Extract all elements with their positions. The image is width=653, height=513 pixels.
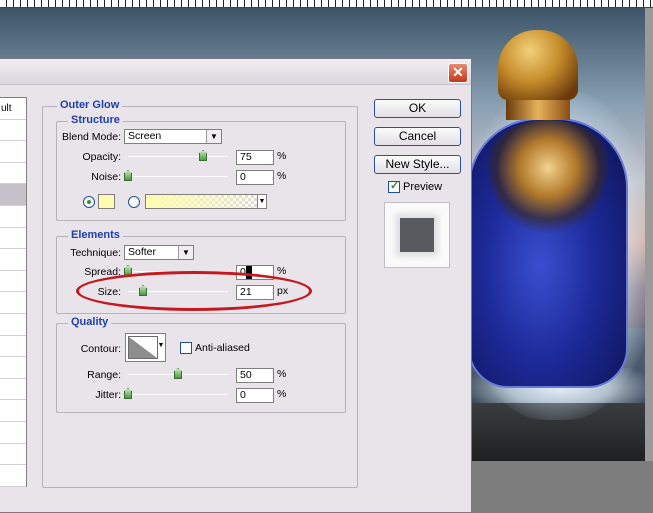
jitter-label: Jitter: [95, 389, 121, 401]
styles-list-item[interactable] [0, 292, 26, 314]
styles-list-item[interactable] [0, 336, 26, 358]
chevron-down-icon[interactable]: ▼ [257, 195, 266, 208]
technique-label: Technique: [70, 247, 121, 259]
spread-unit: % [277, 265, 287, 277]
perfume-bottle [456, 30, 645, 420]
styles-list-item[interactable] [0, 422, 26, 444]
styles-list-item[interactable] [0, 163, 26, 185]
gradient-radio[interactable] [128, 196, 140, 208]
opacity-slider[interactable] [128, 150, 228, 161]
styles-list-item[interactable] [0, 379, 26, 401]
styles-list-item[interactable] [0, 400, 26, 422]
styles-list-item[interactable] [0, 120, 26, 142]
jitter-unit: % [277, 388, 287, 400]
opacity-label: Opacity: [82, 151, 121, 163]
slider-track [128, 394, 228, 395]
range-slider[interactable] [128, 368, 228, 379]
noise-label: Noise: [91, 171, 121, 183]
structure-title: Structure [68, 114, 123, 126]
vertical-scrollbar[interactable] [645, 8, 653, 513]
opacity-slider-thumb[interactable] [199, 150, 207, 161]
dialog-titlebar[interactable]: ✕ [0, 59, 471, 85]
style-preview-thumbnail [384, 202, 450, 268]
range-slider-thumb[interactable] [174, 368, 182, 379]
styles-list-item[interactable] [0, 357, 26, 379]
anti-aliased-checkbox[interactable] [180, 342, 192, 354]
anti-aliased-label: Anti-aliased [195, 342, 250, 354]
workspace-background [470, 461, 653, 513]
styles-list-item[interactable] [0, 465, 26, 487]
blend-mode-select[interactable]: Screen ▼ [124, 129, 222, 144]
slider-track [128, 156, 228, 157]
glow-gradient-picker[interactable]: ▼ [145, 194, 267, 209]
chevron-down-icon[interactable]: ▼ [157, 334, 165, 361]
contour-label: Contour: [80, 343, 121, 355]
elements-title: Elements [68, 229, 123, 241]
opacity-unit: % [277, 150, 287, 162]
styles-list-item[interactable] [0, 444, 26, 466]
preview-swatch [400, 218, 434, 252]
styles-list-item[interactable] [0, 314, 26, 336]
styles-list-item[interactable] [0, 141, 26, 163]
styles-list-item[interactable] [0, 184, 26, 206]
styles-list-item[interactable] [0, 228, 26, 250]
blend-mode-label: Blend Mode: [62, 131, 121, 143]
chevron-down-icon[interactable]: ▼ [178, 246, 193, 259]
horizontal-ruler[interactable] [0, 0, 653, 8]
jitter-field[interactable]: 0 [236, 388, 274, 403]
styles-list[interactable]: ult [0, 97, 27, 487]
glow-color-swatch[interactable] [98, 194, 115, 209]
new-style-button[interactable]: New Style... [374, 155, 461, 174]
jitter-slider[interactable] [124, 388, 228, 399]
styles-list-item[interactable]: ult [0, 98, 26, 120]
preview-checkbox[interactable] [388, 179, 400, 193]
technique-value: Softer [128, 246, 157, 258]
styles-list-item[interactable] [0, 271, 26, 293]
styles-list-item[interactable] [0, 206, 26, 228]
opacity-field[interactable]: 75 [236, 150, 274, 165]
chevron-down-icon[interactable]: ▼ [206, 130, 221, 143]
quality-title: Quality [68, 316, 112, 328]
ok-button[interactable]: OK [374, 99, 461, 118]
close-icon: ✕ [452, 64, 464, 80]
range-unit: % [277, 368, 287, 380]
slider-track [128, 176, 228, 177]
styles-list-item[interactable] [0, 249, 26, 271]
outer-glow-title: Outer Glow [57, 99, 123, 111]
highlight-ellipse [76, 271, 312, 311]
bottle-cap [498, 30, 578, 100]
preview-label: Preview [403, 181, 443, 193]
range-field[interactable]: 50 [236, 368, 274, 383]
blend-mode-value: Screen [128, 130, 162, 142]
noise-slider[interactable] [124, 170, 228, 181]
contour-curve-icon [128, 336, 158, 359]
cancel-button[interactable]: Cancel [374, 127, 461, 146]
technique-select[interactable]: Softer ▼ [124, 245, 194, 260]
range-label: Range: [87, 369, 121, 381]
contour-picker[interactable]: ▼ [125, 333, 166, 362]
solid-color-radio[interactable] [83, 196, 95, 208]
noise-unit: % [277, 170, 287, 182]
noise-field[interactable]: 0 [236, 170, 274, 185]
close-button[interactable]: ✕ [448, 63, 468, 83]
